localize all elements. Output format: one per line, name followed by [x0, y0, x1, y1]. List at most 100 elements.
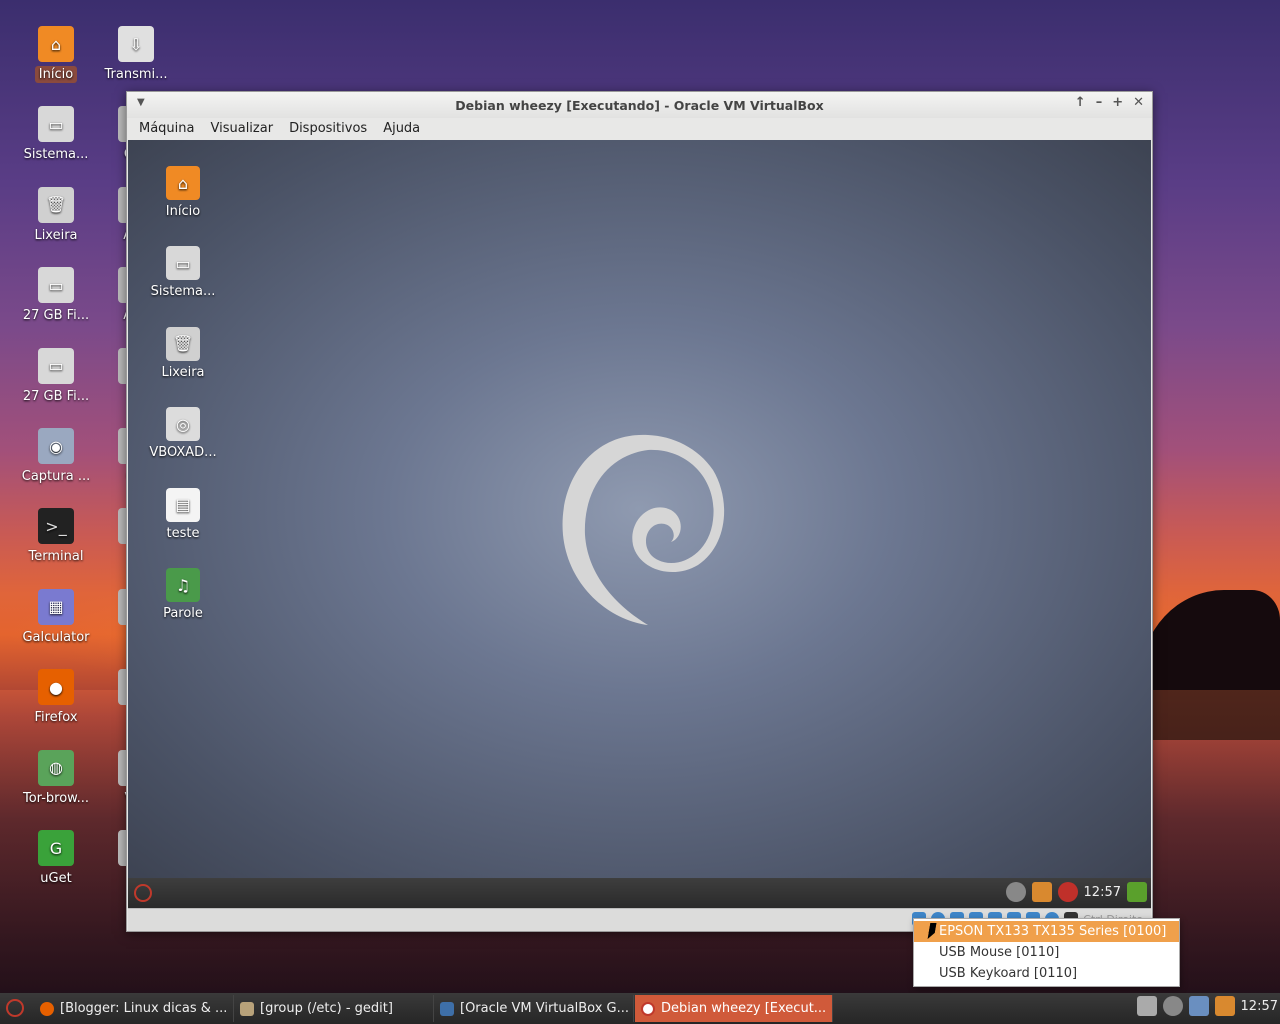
- icon-label: Lixeira: [34, 227, 78, 243]
- desktop-icon-host1-2[interactable]: 🗑 Lixeira: [16, 186, 96, 244]
- virtualbox-icon: [440, 1001, 454, 1016]
- debian-icon: [641, 1001, 655, 1016]
- desktop-icon-host2-0[interactable]: ⇩ Transmi...: [96, 26, 176, 83]
- uget-icon: G: [38, 830, 74, 866]
- window-titlebar[interactable]: ▼ Debian wheezy [Executando] - Oracle VM…: [127, 92, 1152, 118]
- host-system-tray: 12:57: [1136, 996, 1280, 1016]
- desktop-icon-guest-0[interactable]: ⌂ Início: [143, 166, 223, 219]
- screenshot-tray-icon[interactable]: [1136, 996, 1157, 1016]
- host-clock: 12:57: [1240, 998, 1278, 1014]
- debian-swirl-logo: [562, 434, 725, 625]
- icon-label: Parole: [163, 606, 203, 621]
- icon-label: Tor-brow...: [23, 790, 89, 806]
- desktop-icon-host1-6[interactable]: >_ Terminal: [16, 508, 96, 565]
- drive-icon: ▭: [38, 106, 74, 143]
- logout-icon[interactable]: [1127, 882, 1147, 902]
- desktop-icon-guest-3[interactable]: ◎ VBOXAD...: [143, 407, 223, 460]
- guest-desktop[interactable]: ⌂ Início ▭ Sistema... 🗑 Lixeira ◎ VBOXAD... ▤ tes…: [128, 140, 1151, 878]
- desktop-icon-host1-7[interactable]: ▦ Galculator: [16, 588, 96, 646]
- transmission-icon: ⇩: [118, 26, 154, 62]
- icon-label: uGet: [40, 871, 72, 886]
- task-label: Debian wheezy [Execut...: [661, 1001, 827, 1016]
- cdrom-icon: ◎: [166, 407, 200, 442]
- screenshot-icon: ◉: [38, 428, 74, 464]
- icon-label: 27 GB Fi...: [22, 308, 90, 324]
- icon-label: Sistema...: [150, 284, 216, 300]
- trash-icon: 🗑: [38, 186, 74, 223]
- icon-label: Lixeira: [161, 364, 205, 380]
- icon-label: Início: [165, 204, 201, 219]
- calculator-icon: ▦: [38, 588, 74, 625]
- drive-icon: ▭: [166, 246, 200, 281]
- trash-icon: 🗑: [166, 326, 200, 361]
- task-blogger[interactable]: [Blogger: Linux dicas & ...: [34, 995, 234, 1022]
- update-alert-icon[interactable]: [1057, 882, 1078, 902]
- firefox-icon: ●: [38, 669, 74, 706]
- task-label: [group (/etc) - gedit]: [260, 1001, 393, 1016]
- tor-icon: ◍: [38, 749, 74, 786]
- icon-label: VBOXAD...: [149, 445, 217, 461]
- host-taskbar: [Blogger: Linux dicas & ... [group (/etc…: [0, 993, 1280, 1024]
- guest-clock: 12:57: [1083, 884, 1121, 900]
- icon-label: Sistema...: [23, 147, 89, 163]
- desktop-icon-guest-4[interactable]: ▤ teste: [143, 487, 223, 541]
- drive-icon: ▭: [38, 347, 74, 384]
- menu-maquina[interactable]: Máquina: [131, 118, 203, 140]
- desktop-icon-host1-0[interactable]: ⌂ Início: [16, 26, 96, 83]
- display-tray-icon[interactable]: [1188, 996, 1209, 1016]
- usb-device-keyboard[interactable]: USB Keykoard [0110]: [914, 963, 1179, 984]
- task-debian-wheezy[interactable]: Debian wheezy [Execut...: [635, 995, 833, 1022]
- gedit-icon: [240, 1001, 254, 1016]
- icon-label: Galculator: [22, 629, 90, 645]
- desktop-icon-host1-3[interactable]: ▭ 27 GB Fi...: [16, 267, 96, 324]
- icon-label: 27 GB Fi...: [22, 388, 90, 404]
- desktop-icon-guest-1[interactable]: ▭ Sistema...: [143, 246, 223, 299]
- usb-devices-menu: EPSON TX133 TX135 Series [0100] USB Mous…: [913, 918, 1180, 987]
- desktop-icon-host1-5[interactable]: ◉ Captura ...: [16, 428, 96, 485]
- desktop-icon-host1-4[interactable]: ▭ 27 GB Fi...: [16, 347, 96, 405]
- home-folder-icon: ⌂: [38, 26, 74, 62]
- icon-label: Captura ...: [21, 469, 91, 484]
- task-label: [Blogger: Linux dicas & ...: [60, 1001, 228, 1016]
- icon-label: Firefox: [34, 710, 78, 726]
- icon-label: teste: [166, 525, 200, 541]
- desktop-icon-host1-8[interactable]: ● Firefox: [16, 669, 96, 726]
- desktop-icon-host1-10[interactable]: GuGet: [16, 830, 96, 887]
- text-file-icon: ▤: [166, 487, 200, 522]
- desktop-icon-guest-2[interactable]: 🗑 Lixeira: [143, 326, 223, 380]
- window-menu-icon[interactable]: ▼: [137, 97, 145, 108]
- task-label: [Oracle VM VirtualBox G...: [460, 1001, 629, 1016]
- window-title: Debian wheezy [Executando] - Oracle VM V…: [455, 97, 824, 113]
- vbox-menubar: Máquina Visualizar Dispositivos Ajuda: [127, 118, 1152, 140]
- firefox-icon: [40, 1001, 54, 1016]
- menu-visualizar[interactable]: Visualizar: [203, 118, 282, 140]
- desktop-icon-host1-1[interactable]: ▭ Sistema...: [16, 106, 96, 163]
- menu-dispositivos[interactable]: Dispositivos: [281, 118, 375, 140]
- volume-tray-icon[interactable]: [1162, 996, 1183, 1016]
- icon-label: Início: [34, 66, 78, 83]
- maximize-icon[interactable]: +: [1112, 95, 1123, 110]
- virtualbox-window[interactable]: ▼ Debian wheezy [Executando] - Oracle VM…: [126, 91, 1153, 932]
- keep-above-icon[interactable]: ↑: [1075, 95, 1086, 110]
- task-gedit[interactable]: [group (/etc) - gedit]: [234, 995, 434, 1022]
- usb-device-mouse[interactable]: USB Mouse [0110]: [914, 942, 1179, 963]
- terminal-icon: >_: [38, 508, 74, 545]
- usb-device-epson[interactable]: EPSON TX133 TX135 Series [0100]: [914, 921, 1179, 942]
- menu-ajuda[interactable]: Ajuda: [375, 118, 428, 140]
- icon-label: Transmi...: [104, 67, 168, 82]
- parole-icon: ♫: [166, 568, 200, 602]
- network-icon[interactable]: [1031, 882, 1052, 902]
- desktop-icon-host1-9[interactable]: ◍ Tor-brow...: [16, 749, 96, 807]
- icon-label: Terminal: [28, 549, 84, 565]
- close-icon[interactable]: ✕: [1133, 95, 1144, 110]
- start-menu-icon[interactable]: [6, 999, 24, 1017]
- home-folder-icon: ⌂: [166, 166, 200, 200]
- drive-icon: ▭: [38, 267, 74, 304]
- guest-panel: 12:57: [128, 878, 1151, 908]
- volume-icon[interactable]: [1005, 882, 1026, 902]
- debian-menu-icon[interactable]: [134, 884, 152, 902]
- minimize-icon[interactable]: –: [1096, 95, 1103, 110]
- task-virtualbox-manager[interactable]: [Oracle VM VirtualBox G...: [434, 995, 634, 1022]
- desktop-icon-guest-5[interactable]: ♫ Parole: [143, 568, 223, 621]
- network-tray-icon[interactable]: [1214, 996, 1235, 1016]
